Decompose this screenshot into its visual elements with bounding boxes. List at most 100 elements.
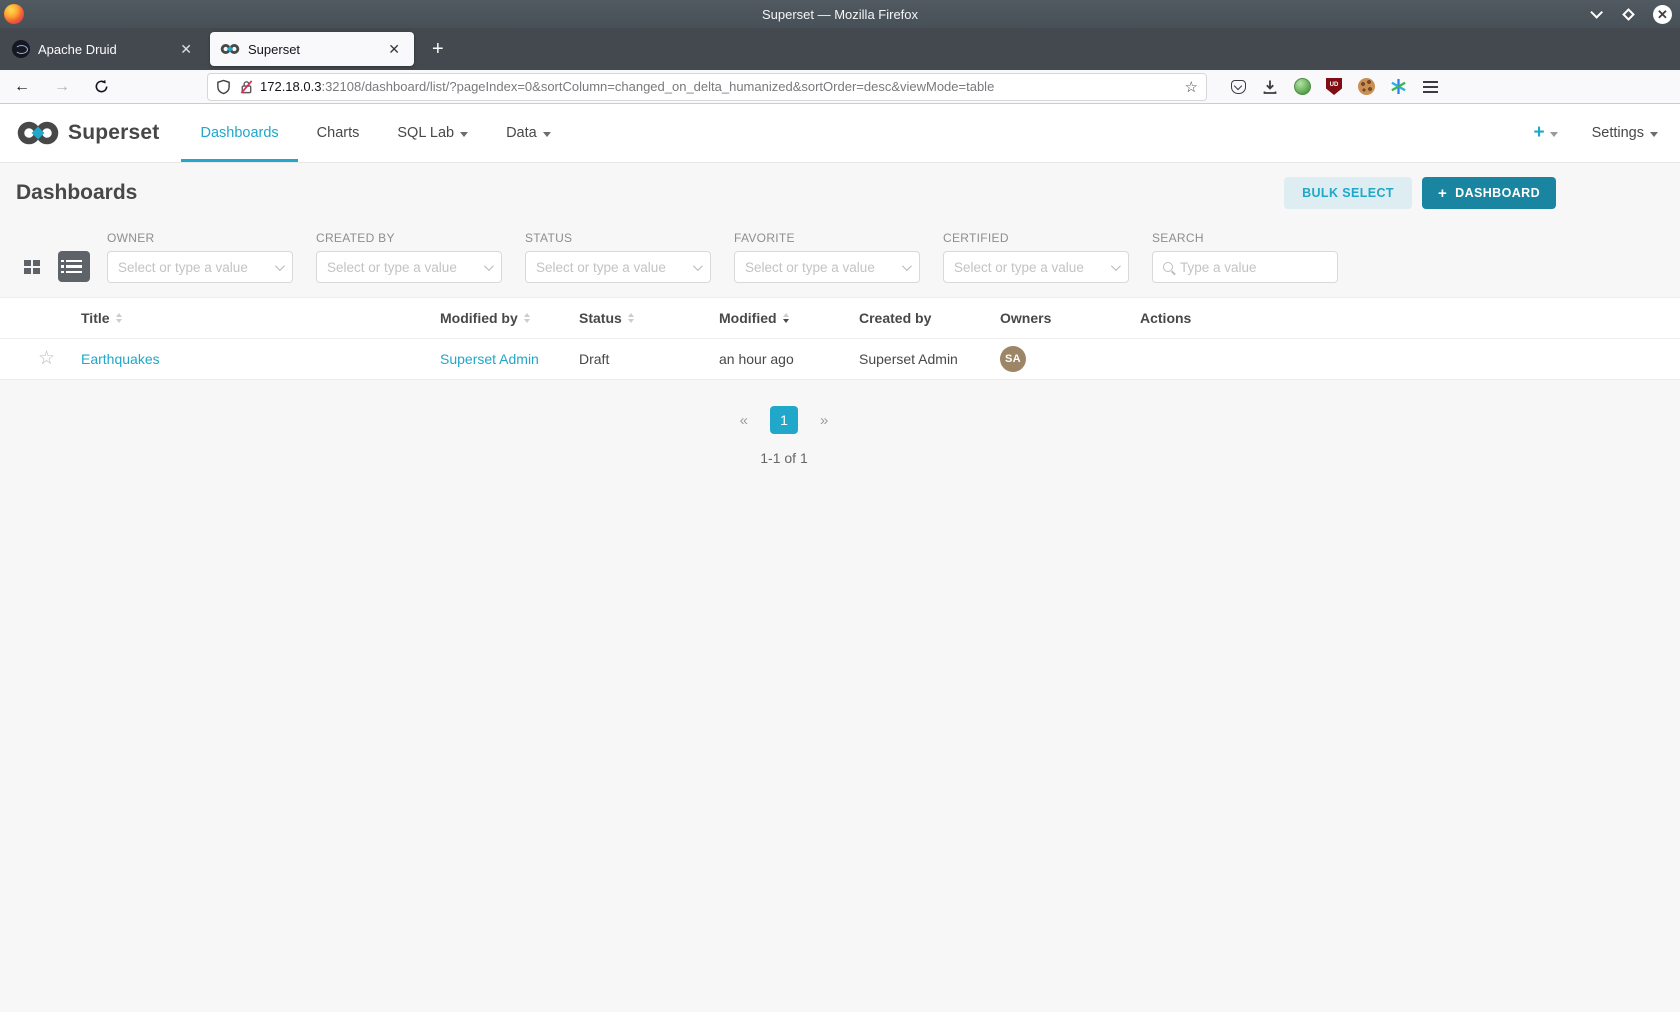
- tab-superset[interactable]: Superset ✕: [210, 32, 414, 66]
- filter-status: STATUS: [525, 231, 711, 283]
- header-label: Title: [81, 310, 110, 326]
- modified-by-link[interactable]: Superset Admin: [440, 351, 579, 367]
- superset-brand[interactable]: Superset: [16, 104, 159, 162]
- cookie-extension-button[interactable]: [1357, 78, 1375, 96]
- view-mode-toggles: [16, 251, 90, 282]
- nav-label: Dashboards: [200, 125, 279, 141]
- chevron-down-icon: [901, 260, 912, 271]
- created-by-select-input[interactable]: [327, 259, 484, 275]
- extension-asterisk-button[interactable]: [1389, 78, 1407, 96]
- filter-created-by: CREATED BY: [316, 231, 502, 283]
- filter-certified: CERTIFIED: [943, 231, 1129, 283]
- window-close-button[interactable]: ✕: [1653, 4, 1672, 24]
- plus-icon: +: [1437, 184, 1448, 202]
- url-host: 172.18.0.3: [260, 79, 322, 94]
- page-1-button[interactable]: 1: [770, 406, 798, 434]
- owner-select[interactable]: [107, 251, 293, 283]
- table-row: ☆ Earthquakes Superset Admin Draft an ho…: [0, 339, 1680, 380]
- column-header-status[interactable]: Status: [579, 310, 719, 326]
- next-page-button[interactable]: »: [820, 412, 828, 429]
- tab-label: Apache Druid: [38, 41, 117, 57]
- insecure-lock-icon[interactable]: [239, 79, 254, 95]
- druid-favicon-icon: [12, 40, 30, 58]
- ublock-button[interactable]: UD: [1325, 78, 1343, 96]
- created-by-cell: Superset Admin: [859, 351, 958, 367]
- search-input[interactable]: [1180, 259, 1327, 275]
- tab-label: Superset: [248, 41, 301, 57]
- certified-select[interactable]: [943, 251, 1129, 283]
- filter-label: OWNER: [107, 231, 155, 245]
- column-header-modified[interactable]: Modified: [719, 310, 859, 326]
- bulk-select-button[interactable]: BULK SELECT: [1284, 177, 1412, 209]
- window-minimize-button[interactable]: [1585, 5, 1603, 23]
- page-title: Dashboards: [16, 181, 138, 204]
- certified-select-input[interactable]: [954, 259, 1111, 275]
- header-actions: BULK SELECT + DASHBOARD: [1284, 177, 1556, 209]
- previous-page-button[interactable]: «: [740, 412, 748, 429]
- tracking-protection-shield-icon[interactable]: [216, 79, 231, 95]
- new-tab-button[interactable]: +: [422, 36, 454, 63]
- url-bar[interactable]: 172.18.0.3:32108/dashboard/list/?pageInd…: [207, 72, 1207, 101]
- pocket-button[interactable]: [1229, 78, 1247, 96]
- filter-label: STATUS: [525, 231, 573, 245]
- nav-data[interactable]: Data: [487, 104, 570, 162]
- new-dashboard-button[interactable]: + DASHBOARD: [1421, 177, 1556, 209]
- tab-close-icon[interactable]: ✕: [384, 41, 404, 58]
- nav-label: SQL Lab: [397, 125, 455, 141]
- settings-menu-button[interactable]: Settings: [1592, 125, 1658, 141]
- created-by-select[interactable]: [316, 251, 502, 283]
- plus-icon: +: [1533, 122, 1545, 143]
- tab-close-icon[interactable]: ✕: [176, 41, 196, 58]
- nav-charts[interactable]: Charts: [298, 104, 379, 162]
- nav-sql-lab[interactable]: SQL Lab: [378, 104, 487, 162]
- card-view-button[interactable]: [16, 251, 48, 282]
- download-icon: [1263, 80, 1277, 94]
- table-header-row: Title Modified by Status Modified Create…: [0, 298, 1680, 339]
- status-select-input[interactable]: [536, 259, 693, 275]
- column-header-title[interactable]: Title: [81, 310, 440, 326]
- tab-apache-druid[interactable]: Apache Druid ✕: [2, 32, 206, 66]
- dashboard-title-link[interactable]: Earthquakes: [81, 351, 440, 367]
- search-box[interactable]: [1152, 251, 1338, 283]
- status-select[interactable]: [525, 251, 711, 283]
- menu-button[interactable]: [1421, 78, 1439, 96]
- owner-avatar[interactable]: SA: [1000, 346, 1026, 372]
- list-view-button[interactable]: [58, 251, 90, 282]
- browser-toolbar: ← → 172.18.0.3:32108/dashboard/list/?pag…: [0, 70, 1680, 104]
- window-maximize-button[interactable]: [1619, 5, 1637, 23]
- favorite-star-icon[interactable]: ☆: [38, 348, 55, 369]
- brand-name: Superset: [68, 121, 160, 144]
- new-dashboard-label: DASHBOARD: [1455, 186, 1540, 200]
- extension-privacy-button[interactable]: [1293, 78, 1311, 96]
- filter-label: SEARCH: [1152, 231, 1204, 245]
- url-text[interactable]: 172.18.0.3:32108/dashboard/list/?pageInd…: [260, 79, 1185, 94]
- chevron-down-icon: [692, 260, 703, 271]
- column-header-modified-by[interactable]: Modified by: [440, 310, 579, 326]
- favorite-select[interactable]: [734, 251, 920, 283]
- dashboards-page: Dashboards BULK SELECT + DASHBOARD OWNER: [0, 163, 1680, 1012]
- green-extension-icon: [1293, 78, 1311, 95]
- chevron-down-icon: [274, 260, 285, 271]
- settings-label: Settings: [1591, 125, 1644, 141]
- filter-search: SEARCH: [1152, 231, 1338, 283]
- bookmark-star-icon[interactable]: ☆: [1185, 78, 1198, 96]
- chevron-down-icon: [542, 131, 551, 137]
- navbar-right: + Settings: [1533, 104, 1664, 162]
- downloads-button[interactable]: [1261, 78, 1279, 96]
- sort-icon: [115, 313, 122, 323]
- sort-icon: [523, 313, 530, 323]
- back-button[interactable]: ←: [4, 76, 40, 98]
- favorite-select-input[interactable]: [745, 259, 902, 275]
- reload-button[interactable]: [84, 77, 119, 96]
- owner-select-input[interactable]: [118, 259, 275, 275]
- navbar-items: Dashboards Charts SQL Lab Data: [181, 104, 569, 162]
- nav-dashboards[interactable]: Dashboards: [181, 104, 298, 162]
- header-label: Actions: [1140, 310, 1192, 326]
- reload-icon: [95, 79, 108, 93]
- forward-button[interactable]: →: [44, 76, 80, 98]
- toolbar-extensions: UD: [1229, 78, 1439, 96]
- new-item-menu-button[interactable]: +: [1533, 122, 1558, 144]
- filter-bar: OWNER CREATED BY STATUS FAVORITE: [0, 221, 1680, 297]
- header-label: Status: [579, 310, 622, 326]
- pagination-summary: 1-1 of 1: [760, 450, 808, 466]
